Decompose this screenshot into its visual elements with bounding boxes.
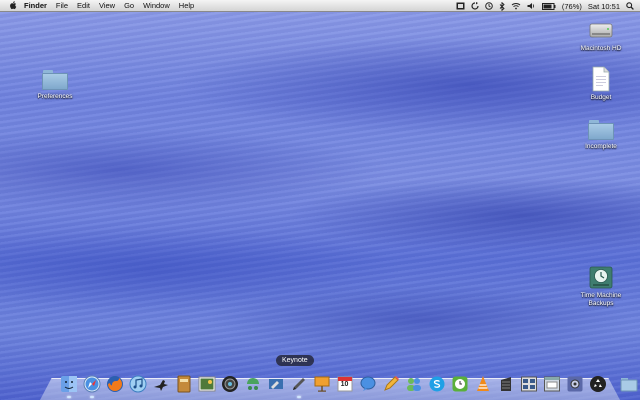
dock-photo-icon[interactable] bbox=[196, 373, 217, 394]
dock-window-icon[interactable] bbox=[541, 373, 562, 394]
screen-icon[interactable] bbox=[456, 2, 465, 10]
dock-film-icon[interactable] bbox=[495, 373, 516, 394]
menu-help[interactable]: Help bbox=[179, 1, 194, 10]
desktop-icon-label: Incomplete bbox=[585, 143, 617, 150]
dock-finder-icon[interactable] bbox=[58, 373, 79, 394]
desktop-icon-label-line1: Time Machine bbox=[580, 292, 622, 299]
apple-menu-icon[interactable] bbox=[8, 1, 18, 11]
menu-app-name[interactable]: Finder bbox=[24, 1, 47, 10]
time-machine-drive-icon bbox=[589, 266, 613, 289]
dock-vlc-icon[interactable] bbox=[472, 373, 493, 394]
dock-tooltip: Keynote bbox=[276, 355, 314, 366]
menu-window[interactable]: Window bbox=[143, 1, 170, 10]
menu-view[interactable]: View bbox=[99, 1, 115, 10]
time-machine-menu-icon[interactable] bbox=[485, 2, 493, 10]
desktop-icon-preferences[interactable]: Preferences bbox=[25, 70, 85, 101]
desktop-icon-label: Macintosh HD bbox=[580, 45, 622, 52]
dock-ichat-icon[interactable] bbox=[357, 373, 378, 394]
dock-brush-icon[interactable] bbox=[265, 373, 286, 394]
menu-extras: (76%) Sat 10:51 bbox=[450, 0, 634, 12]
desktop-icon-incomplete[interactable]: Incomplete bbox=[571, 120, 631, 151]
volume-icon[interactable] bbox=[527, 2, 536, 10]
dock-safari-icon[interactable] bbox=[81, 373, 102, 394]
desktop-icon-label-line2: Backups bbox=[588, 300, 614, 307]
desktop-icon-macintosh-hd[interactable]: Macintosh HD bbox=[571, 17, 631, 53]
dock-settings-icon[interactable] bbox=[564, 373, 585, 394]
dock-bird-icon[interactable] bbox=[150, 373, 171, 394]
desktop-icon-label: Preferences bbox=[37, 93, 73, 100]
dock-pen-icon[interactable] bbox=[288, 373, 309, 394]
folder-icon bbox=[42, 70, 68, 90]
dock-folder-icon[interactable] bbox=[618, 373, 639, 394]
dock-grid-icon[interactable] bbox=[518, 373, 539, 394]
dock-skype-icon[interactable] bbox=[426, 373, 447, 394]
spotlight-icon[interactable] bbox=[626, 2, 634, 10]
hard-drive-icon bbox=[589, 23, 613, 38]
desktop-icon-label: Budget bbox=[590, 94, 612, 101]
dock-calendar-icon[interactable]: 10 bbox=[334, 373, 355, 394]
desktop-icon-budget[interactable]: Budget bbox=[571, 66, 631, 102]
calendar-day: 10 bbox=[340, 381, 349, 388]
dock-running-indicator bbox=[67, 396, 71, 398]
desktop-icon-time-machine-backups[interactable]: Time Machine Backups bbox=[571, 264, 631, 308]
dock-keynote-icon[interactable] bbox=[311, 373, 332, 394]
battery-icon[interactable] bbox=[541, 2, 556, 10]
menu-bar: Finder File Edit View Go Window Help (76… bbox=[0, 0, 640, 12]
wifi-icon[interactable] bbox=[511, 2, 521, 10]
dock-dashboard-icon[interactable] bbox=[242, 373, 263, 394]
dock: 10 bbox=[58, 372, 640, 394]
dock-aperture-icon[interactable] bbox=[219, 373, 240, 394]
menu-clock[interactable]: Sat 10:51 bbox=[588, 2, 620, 11]
bluetooth-icon[interactable] bbox=[499, 1, 505, 11]
dock-recycle-icon[interactable] bbox=[587, 373, 608, 394]
battery-percent: (76%) bbox=[561, 1, 582, 11]
menu-go[interactable]: Go bbox=[124, 1, 134, 10]
dock-notebook-icon[interactable] bbox=[173, 373, 194, 394]
menu-edit[interactable]: Edit bbox=[77, 1, 90, 10]
folder-icon bbox=[588, 120, 614, 140]
sync-icon[interactable] bbox=[471, 2, 479, 10]
dock-itunes-icon[interactable] bbox=[127, 373, 148, 394]
dock-pencil-icon[interactable] bbox=[380, 373, 401, 394]
dock-running-indicator bbox=[297, 396, 301, 398]
dock-firefox-icon[interactable] bbox=[104, 373, 125, 394]
dock-clock-icon[interactable] bbox=[449, 373, 470, 394]
dock-people-icon[interactable] bbox=[403, 373, 424, 394]
document-icon bbox=[592, 66, 610, 92]
menu-file[interactable]: File bbox=[56, 1, 68, 10]
dock-running-indicator bbox=[90, 396, 94, 398]
